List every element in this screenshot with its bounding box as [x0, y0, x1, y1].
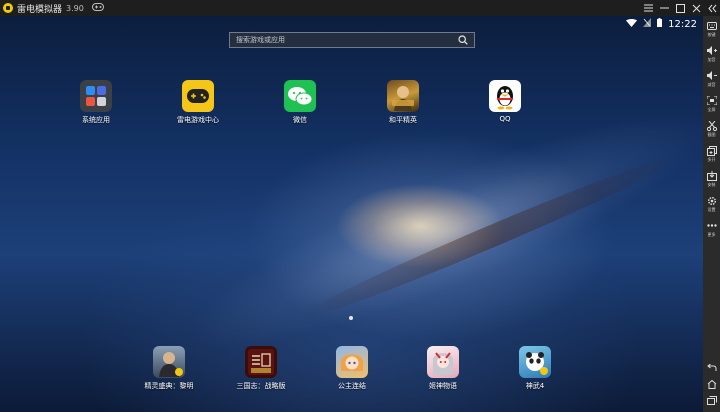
search-bar[interactable]	[229, 32, 475, 48]
system-apps-folder-icon[interactable]	[80, 80, 112, 112]
app-label: 雷电游戏中心	[177, 116, 219, 124]
peace-elite-icon[interactable]	[387, 80, 419, 112]
home-icon[interactable]	[703, 376, 720, 392]
version-label: 3.90	[66, 3, 84, 13]
keyboard-icon	[706, 21, 717, 31]
toolbar-label: 全屏	[707, 106, 716, 112]
toolbar-label: 设置	[707, 206, 716, 212]
search-input[interactable]	[230, 35, 456, 45]
toolbar-label: 安装	[707, 181, 716, 187]
app-three-kingdoms[interactable]: 三国志：战略版	[226, 346, 296, 391]
back-icon[interactable]	[703, 360, 720, 376]
status-bar: 12:22	[626, 16, 703, 32]
leidian-logo-icon	[3, 3, 13, 13]
leidian-game-center-icon[interactable]	[182, 80, 214, 112]
collapse-sidebar-icon[interactable]	[704, 0, 720, 16]
toolbar-label: 减音	[707, 81, 716, 87]
app-label: QQ	[499, 115, 511, 123]
toolbar-install[interactable]: 安装	[703, 166, 720, 191]
app-peace-elite[interactable]: 和平精英	[368, 80, 438, 125]
gamepad-icon[interactable]	[91, 2, 104, 14]
maximize-icon[interactable]	[672, 0, 688, 16]
more-dots-icon	[706, 221, 717, 231]
shenwu4-icon[interactable]	[519, 346, 551, 378]
toolbar-volume-up[interactable]: 加音	[703, 41, 720, 66]
toolbar-settings[interactable]: 设置	[703, 191, 720, 216]
toolbar-multi-instance[interactable]: 多开	[703, 141, 720, 166]
three-kingdoms-icon[interactable]	[245, 346, 277, 378]
app-label: 系统应用	[82, 116, 110, 124]
toolbar-label: 截图	[707, 131, 716, 137]
ji-shen-wuyu-icon[interactable]	[427, 346, 459, 378]
recents-icon[interactable]	[703, 392, 720, 408]
elf-festival-icon[interactable]	[153, 346, 185, 378]
fullscreen-icon	[706, 96, 717, 106]
volume-down-icon	[706, 71, 717, 81]
app-princess-connect[interactable]: 公主连结	[317, 346, 387, 391]
scissors-icon	[706, 120, 717, 131]
no-sim-icon	[643, 18, 652, 30]
toolbar-label: 加音	[707, 56, 716, 62]
app-label: 微信	[293, 116, 307, 124]
app-label: 公主连结	[338, 382, 366, 390]
android-desktop: 12:22 系统应用 雷电游戏中心	[0, 16, 703, 412]
page-indicator-dot	[349, 316, 353, 320]
search-icon[interactable]	[456, 33, 470, 47]
wifi-icon	[626, 18, 638, 30]
toolbar-label: 按键	[707, 31, 716, 37]
title-bar: 雷电模拟器 3.90	[0, 0, 720, 16]
toolbar-label: 多开	[707, 156, 716, 162]
app-elf-festival[interactable]: 精灵盛典：黎明	[134, 346, 204, 391]
status-time: 12:22	[668, 18, 697, 30]
multi-instance-icon	[706, 145, 717, 156]
app-label: 三国志：战略版	[236, 382, 286, 390]
window-title: 雷电模拟器	[17, 4, 63, 15]
toolbar-keymap[interactable]: 按键	[703, 16, 720, 41]
app-qq[interactable]: QQ	[470, 80, 540, 123]
emulator-toolbar: 按键 加音 减音 全屏 截图 多开 安装 设置 更多	[703, 16, 720, 412]
volume-up-icon	[706, 46, 717, 56]
app-label: 和平精英	[389, 116, 417, 124]
app-label: 姬神物语	[429, 382, 457, 390]
app-ji-shen-wuyu[interactable]: 姬神物语	[408, 346, 478, 391]
toolbar-screenshot[interactable]: 截图	[703, 116, 720, 141]
toolbar-more[interactable]: 更多	[703, 216, 720, 241]
app-game-center[interactable]: 雷电游戏中心	[163, 80, 233, 125]
app-system-apps[interactable]: 系统应用	[61, 80, 131, 125]
princess-connect-icon[interactable]	[336, 346, 368, 378]
menu-icon[interactable]	[640, 0, 656, 16]
app-wechat[interactable]: 微信	[265, 80, 335, 125]
app-shenwu4[interactable]: 神武4	[500, 346, 570, 391]
qq-penguin-icon[interactable]	[489, 80, 521, 112]
app-label: 精灵盛典：黎明	[144, 382, 194, 390]
close-icon[interactable]	[688, 0, 704, 16]
wechat-icon[interactable]	[284, 80, 316, 112]
battery-icon	[657, 18, 663, 30]
app-label: 神武4	[525, 382, 545, 390]
toolbar-fullscreen[interactable]: 全屏	[703, 91, 720, 116]
toolbar-label: 更多	[707, 231, 716, 237]
gear-icon	[707, 196, 717, 206]
minimize-icon[interactable]	[656, 0, 672, 16]
install-apk-icon	[706, 170, 717, 181]
android-nav-buttons	[703, 360, 720, 408]
toolbar-volume-down[interactable]: 减音	[703, 66, 720, 91]
